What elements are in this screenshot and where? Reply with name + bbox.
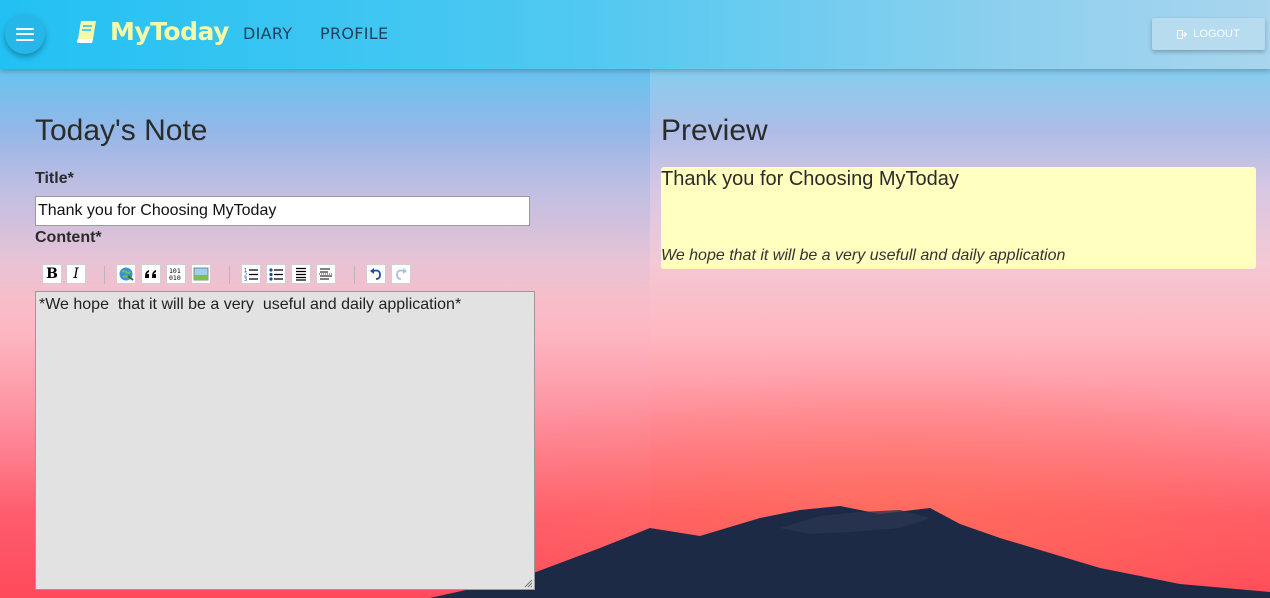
horizontal-rule-button[interactable] [316,264,336,284]
title-label: Title* [35,170,74,187]
bold-button[interactable]: B [42,264,62,284]
nav-link-diary[interactable]: DIARY [243,24,292,43]
blockquote-icon [145,270,156,278]
toolbar-divider [104,266,105,284]
bulleted-list-button[interactable] [266,264,286,284]
globe-link-icon [119,267,134,281]
code-button[interactable]: 101 010 [166,264,186,284]
logout-label: LOGOUT [1193,28,1240,40]
heading-button[interactable] [291,264,311,284]
svg-text:010: 010 [169,274,181,282]
bulleted-list-icon [269,268,283,281]
redo-icon [396,268,407,280]
preview-body: We hope that it will be a very usefull a… [661,247,1066,264]
numbered-list-button[interactable]: 1 2 3 [241,264,261,284]
sign-out-icon [1177,29,1188,39]
italic-button[interactable]: I [66,264,86,284]
italic-icon: I [73,266,79,282]
book-icon [76,20,96,43]
redo-button[interactable] [391,264,411,284]
image-icon [193,267,209,281]
link-button[interactable] [116,264,136,284]
toolbar-divider [229,266,230,284]
logout-button[interactable]: LOGOUT [1152,18,1265,50]
content-textarea[interactable]: *We hope that it will be a very useful a… [35,291,535,590]
content-label: Content* [35,229,102,246]
hamburger-icon [16,27,34,41]
undo-button[interactable] [366,264,386,284]
quote-button[interactable] [141,264,161,284]
preview-card: Thank you for Choosing MyToday We hope t… [661,167,1256,269]
heading-align-icon [296,267,306,281]
code-binary-icon: 101 010 [169,267,181,282]
toolbar-divider [354,266,355,284]
top-navbar: MyToday DIARY PROFILE LOGOUT [0,0,1270,69]
numbered-list-icon: 1 2 3 [244,268,258,282]
brand-logo[interactable]: MyToday [76,17,229,46]
nav-link-profile[interactable]: PROFILE [320,24,388,43]
bold-icon: B [46,266,58,282]
hamburger-menu-button[interactable] [5,14,45,54]
svg-text:3: 3 [244,277,247,282]
image-button[interactable] [191,264,211,284]
title-input[interactable] [35,196,530,226]
preview-title: Thank you for Choosing MyToday [661,168,959,190]
brand-name: MyToday [110,17,229,46]
editor-heading: Today's Note [35,114,208,147]
horizontal-rule-icon [319,268,333,280]
preview-heading: Preview [661,114,768,147]
undo-icon [370,268,381,280]
resize-handle-icon[interactable] [523,578,533,588]
